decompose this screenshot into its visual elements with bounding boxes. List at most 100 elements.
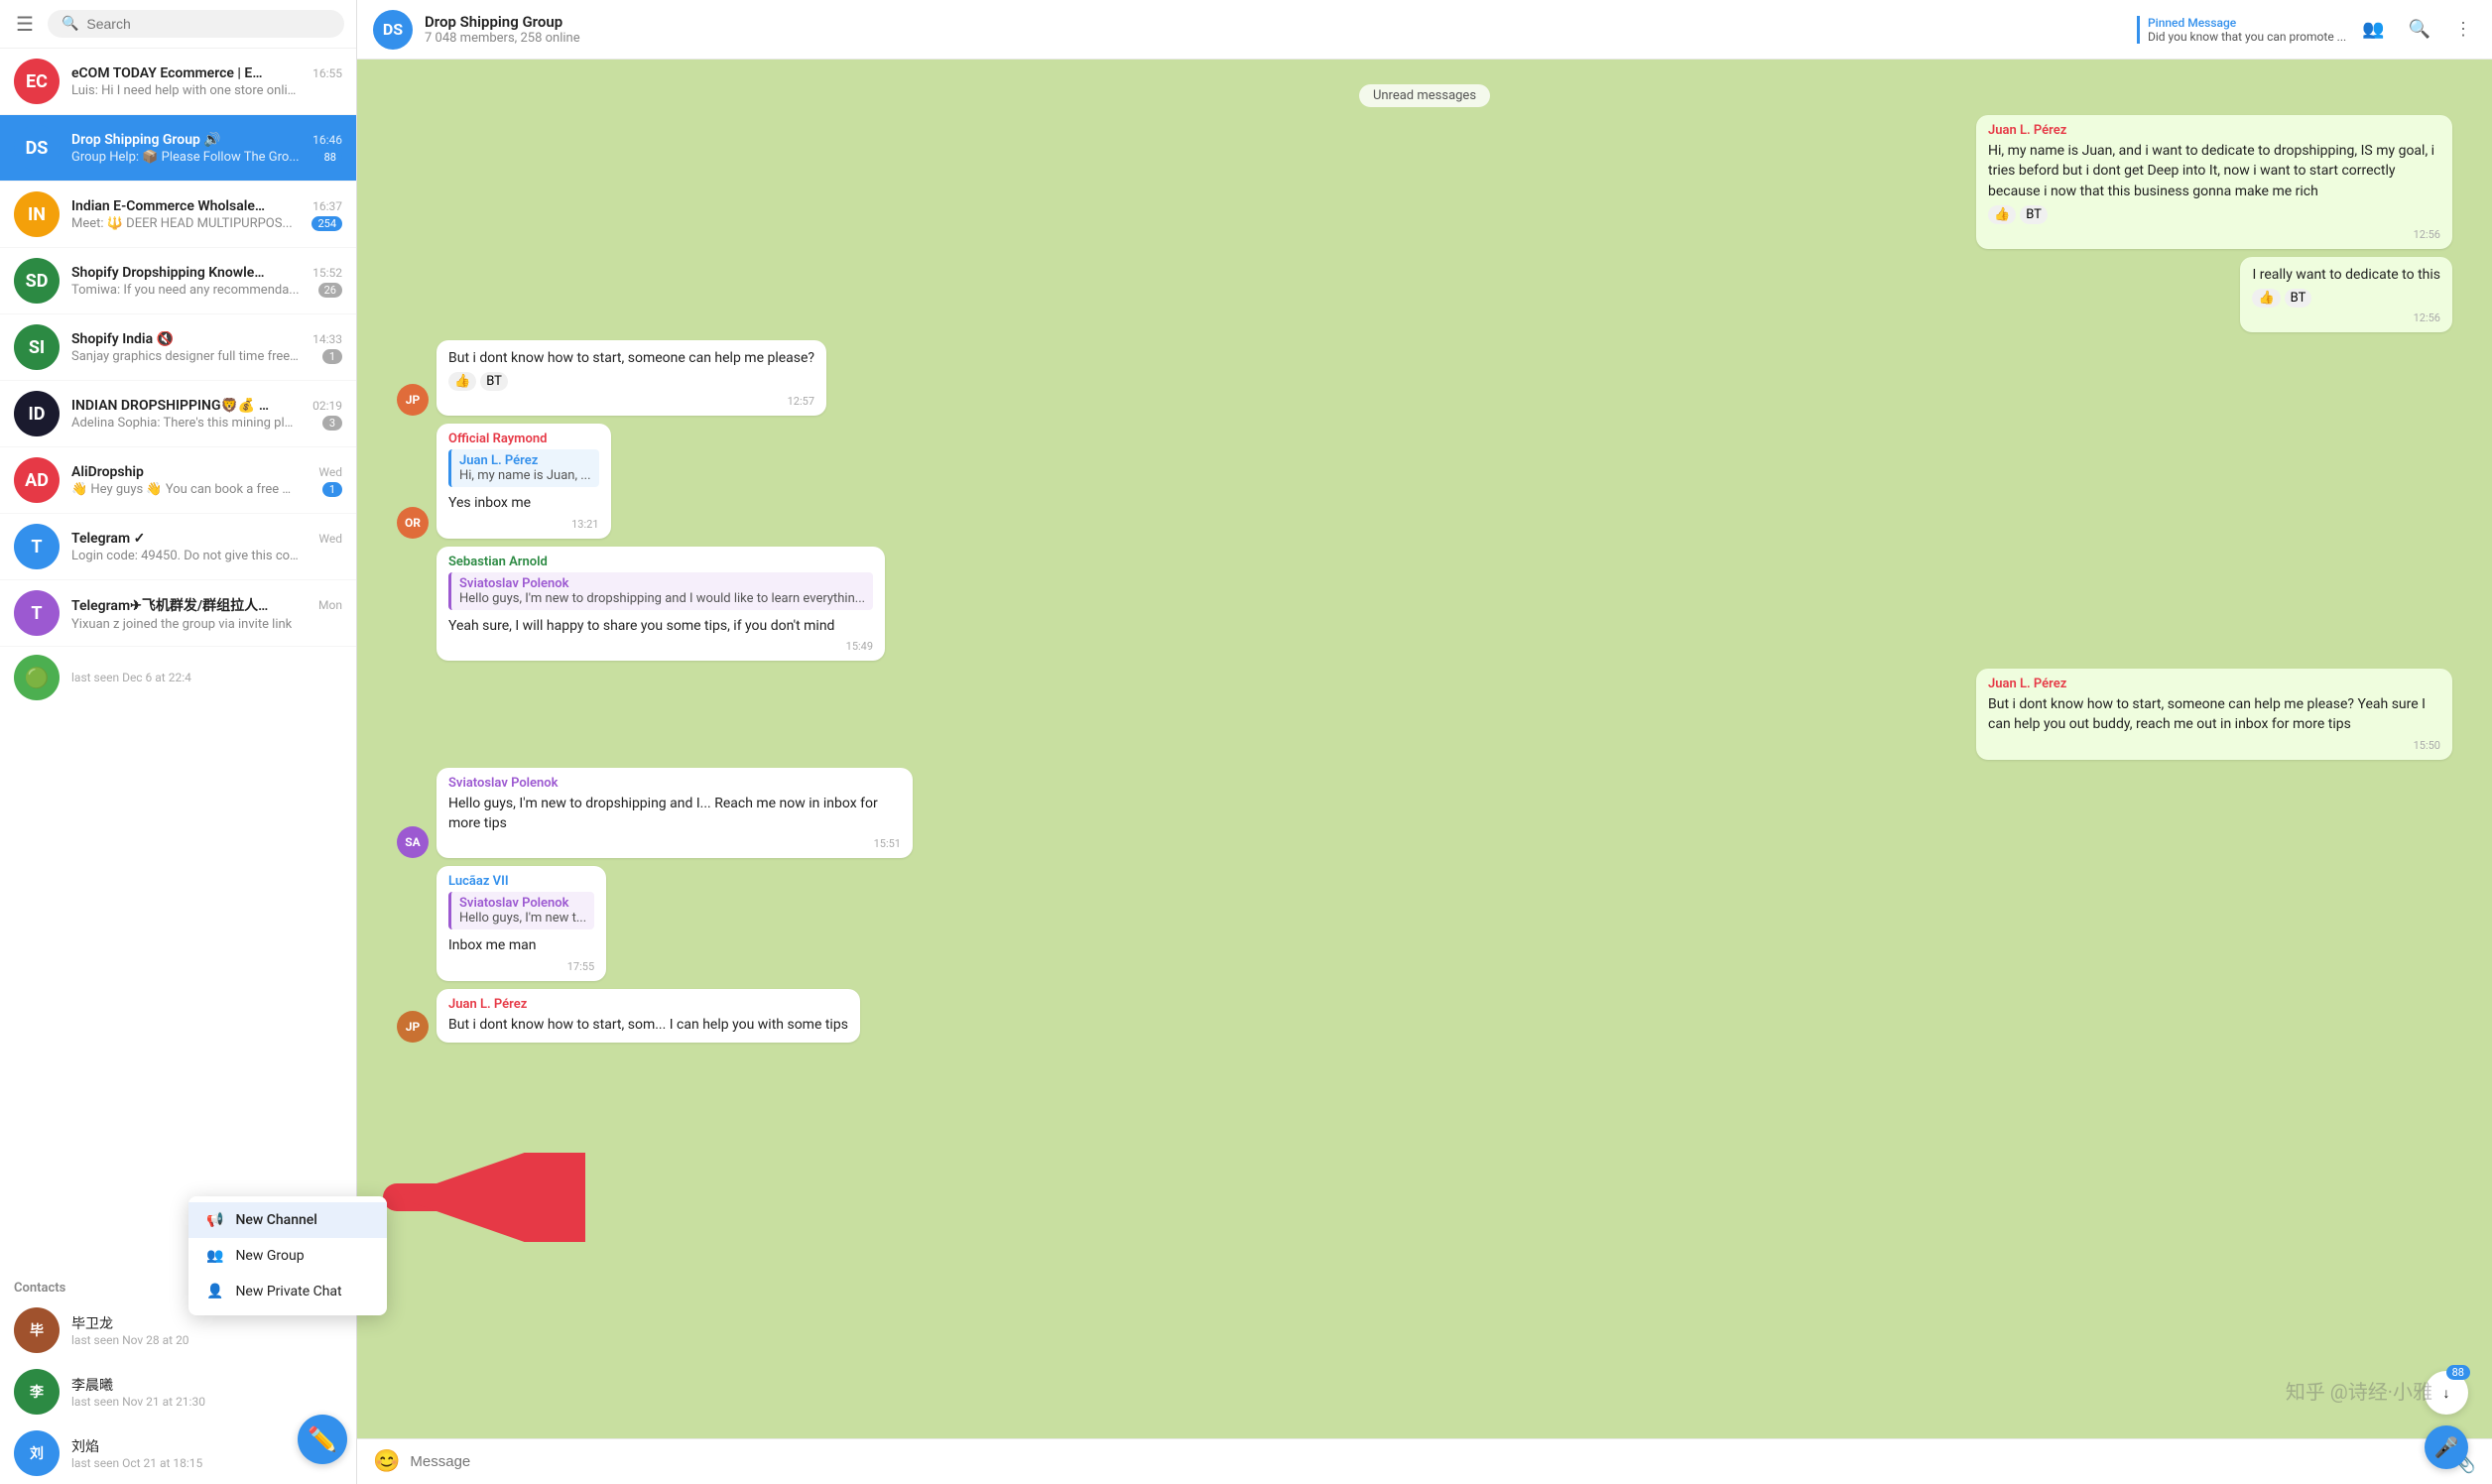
message-row-m1: Juan L. PérezHi, my name is Juan, and i …: [397, 115, 2452, 249]
new-group-label: New Group: [235, 1248, 304, 1264]
chat-header: DS Drop Shipping Group 7 048 members, 25…: [357, 0, 2492, 60]
chat-name-shopify-india: Shopify India 🔇: [71, 331, 174, 347]
chat-messages: Unread messages Juan L. PérezHi, my name…: [357, 60, 2492, 1438]
search-bar[interactable]: 🔍: [48, 10, 344, 38]
reaction[interactable]: 👍: [2252, 289, 2280, 308]
message-bubble-m4: Official Raymond Juan L. PérezHi, my name…: [436, 424, 611, 538]
scroll-down-fab[interactable]: 88 ↓: [2425, 1371, 2468, 1415]
scroll-badge: 88: [2446, 1365, 2470, 1380]
new-chat-fab[interactable]: ✏️: [298, 1415, 347, 1464]
chat-preview-telegram: Login code: 49450. Do not give this code…: [71, 549, 300, 563]
message-avatar-m9: JP: [397, 1011, 429, 1043]
context-menu-new-group[interactable]: 👥New Group: [188, 1238, 387, 1274]
chat-time-telegram: Wed: [318, 532, 342, 546]
chat-list-item-shopify-india[interactable]: SIShopify India 🔇14:33Sanjay graphics de…: [0, 314, 356, 381]
message-text-m6: But i dont know how to start, someone ca…: [1988, 694, 2440, 735]
contacts-list: 毕毕卫龙last seen Nov 28 at 20李李晨曦last seen …: [0, 1299, 356, 1484]
mic-icon: 🎤: [2434, 1435, 2459, 1459]
pinned-text: Did you know that you can promote ...: [2148, 30, 2346, 44]
sidebar-header: ☰ 🔍: [0, 0, 356, 49]
contact-item-李晨曦[interactable]: 李李晨曦last seen Nov 21 at 21:30: [0, 1361, 356, 1422]
chat-avatar-indian: IN: [14, 191, 60, 237]
message-sender-m4: Official Raymond: [448, 432, 599, 446]
contact-name: 李晨曦: [71, 1375, 342, 1395]
members-icon[interactable]: 👥: [2358, 15, 2388, 44]
message-row-m8: Lucãaz VII Sviatoslav PolenokHello guys, …: [397, 866, 2452, 980]
message-bubble-m9: Juan L. Pérez But i dont know how to star…: [436, 989, 860, 1043]
message-text-m2: I really want to dedicate to this: [2252, 265, 2440, 285]
chat-badge-alidropship: 1: [322, 482, 342, 497]
message-text-m8: Inbox me man: [448, 935, 594, 955]
message-text-m3: But i dont know how to start, someone ca…: [448, 348, 814, 368]
emoji-button[interactable]: 😊: [373, 1449, 400, 1474]
contact-avatar: 毕: [14, 1307, 60, 1353]
message-sender-m8: Lucãaz VII: [448, 874, 594, 889]
chat-name: Drop Shipping Group: [425, 13, 2125, 31]
message-avatar-m3: JP: [397, 384, 429, 416]
message-row-m2: I really want to dedicate to this 👍 BT 12:5…: [397, 257, 2452, 332]
message-time-m8: 17:55: [567, 960, 594, 973]
chat-input-bar: 😊 📎: [357, 1438, 2492, 1484]
context-menu-new-private[interactable]: 👤New Private Chat: [188, 1274, 387, 1309]
chat-list-item-shopify[interactable]: SDShopify Dropshipping Knowledge ... 🔇15…: [0, 248, 356, 314]
chat-time-shopify-india: 14:33: [312, 332, 342, 346]
reaction[interactable]: 👍: [1988, 205, 2016, 224]
mic-fab[interactable]: 🎤: [2425, 1425, 2468, 1469]
context-menu: 📢New Channel👥New Group👤New Private Chat: [188, 1196, 387, 1315]
chat-preview-dropshipping: Group Help: 📦 Please Follow The Gro...: [71, 150, 300, 165]
message-time-m2: 12:56: [2414, 311, 2440, 324]
message-time-m4: 13:21: [571, 518, 598, 531]
chat-name-alidropship: AliDropship: [71, 464, 144, 480]
chat-list-item-telegram[interactable]: TTelegram ✓WedLogin code: 49450. Do not …: [0, 514, 356, 580]
chat-badge-shopify: 26: [318, 283, 342, 298]
chat-list-item-indian[interactable]: INIndian E-Commerce Wholsaler B2...16:37…: [0, 182, 356, 248]
search-chat-icon[interactable]: 🔍: [2405, 15, 2434, 44]
message-sender-m7: Sviatoslav Polenok: [448, 776, 901, 791]
message-row-m9: JP Juan L. Pérez But i dont know how to st…: [397, 989, 2452, 1043]
message-time-m1: 12:56: [2414, 228, 2440, 241]
message-sender-m9: Juan L. Pérez: [448, 997, 848, 1012]
message-time-m7: 15:51: [874, 837, 901, 850]
chat-badge-indian-drop: 3: [322, 416, 342, 431]
reaction[interactable]: BT: [2020, 205, 2048, 224]
chat-time-alidropship: Wed: [318, 465, 342, 479]
context-menu-new-channel[interactable]: 📢New Channel: [188, 1202, 387, 1238]
reaction[interactable]: 👍: [448, 372, 476, 391]
message-row-m7: SASviatoslav PolenokHello guys, I'm new …: [397, 768, 2452, 859]
replied-msg-m4: Juan L. PérezHi, my name is Juan, ...: [448, 449, 599, 487]
chat-avatar: DS: [373, 10, 413, 50]
reaction[interactable]: BT: [480, 372, 508, 391]
contact-item-top[interactable]: 🟢last seen Dec 6 at 22:4: [0, 647, 356, 708]
chat-header-actions: 👥 🔍 ⋮: [2358, 15, 2476, 44]
chat-list-item-ecom[interactable]: ECeCOM TODAY Ecommerce | ENG C... 🔇16:55…: [0, 49, 356, 115]
chat-list-item-indian-drop[interactable]: IDINDIAN DROPSHIPPING🦁💰 🔇02:19Adelina So…: [0, 381, 356, 447]
message-sender-m6: Juan L. Pérez: [1988, 677, 2440, 691]
red-arrow-svg: [367, 1153, 585, 1242]
new-private-label: New Private Chat: [235, 1284, 341, 1299]
message-text-m5: Yeah sure, I will happy to share you som…: [448, 616, 873, 636]
search-input[interactable]: [86, 16, 330, 32]
chat-list-item-telegram-fly[interactable]: TTelegram✈飞机群发/群组拉人/群... ✓MonYixuan z jo…: [0, 580, 356, 647]
contact-name: 毕卫龙: [71, 1313, 342, 1333]
reaction[interactable]: BT: [2285, 289, 2312, 308]
hamburger-icon[interactable]: ☰: [12, 8, 38, 40]
more-icon[interactable]: ⋮: [2450, 15, 2476, 44]
replied-msg-m8: Sviatoslav PolenokHello guys, I'm new t.…: [448, 892, 594, 929]
chat-preview-indian-drop: Adelina Sophia: There's this mining plat…: [71, 416, 300, 431]
chat-header-info: Drop Shipping Group 7 048 members, 258 o…: [425, 13, 2125, 46]
message-input[interactable]: [410, 1453, 2441, 1470]
chat-list-item-dropshipping[interactable]: DSDrop Shipping Group 🔊16:46Group Help: …: [0, 115, 356, 182]
message-avatar-m7: SA: [397, 826, 429, 858]
message-bubble-m2: I really want to dedicate to this 👍 BT 12:5…: [2240, 257, 2452, 332]
chat-time-dropshipping: 16:46: [312, 133, 342, 147]
chat-avatar-telegram: T: [14, 524, 60, 569]
chat-list-item-alidropship[interactable]: ADAliDropshipWed👋 Hey guys 👋 You can boo…: [0, 447, 356, 514]
contact-avatar: 李: [14, 1369, 60, 1415]
new-channel-label: New Channel: [235, 1212, 316, 1228]
pinned-message[interactable]: Pinned Message Did you know that you can…: [2137, 16, 2346, 44]
chat-time-shopify: 15:52: [312, 266, 342, 280]
contact-status: last seen Oct 21 at 18:15: [71, 1456, 342, 1470]
chat-list: ECeCOM TODAY Ecommerce | ENG C... 🔇16:55…: [0, 49, 356, 1271]
message-text-m9: But i dont know how to start, som... I c…: [448, 1015, 848, 1035]
contact-avatar: 刘: [14, 1430, 60, 1476]
